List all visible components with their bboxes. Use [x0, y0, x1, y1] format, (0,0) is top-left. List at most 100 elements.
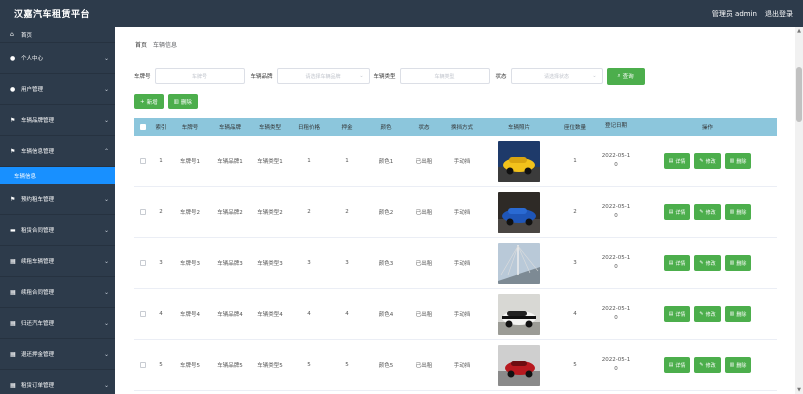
- search-icon: ⌕: [617, 72, 621, 79]
- edit-button[interactable]: ✎ 修改: [694, 357, 721, 373]
- status-select[interactable]: 请选择状态 ⌄: [510, 68, 603, 84]
- detail-button[interactable]: ▤ 详情: [663, 357, 691, 373]
- detail-icon: ▤: [668, 209, 674, 215]
- scrollbar-thumb[interactable]: [796, 67, 802, 122]
- cell-index: 1: [159, 158, 163, 164]
- home-icon: ⌂: [10, 31, 14, 38]
- chevron-down-icon: ⌄: [103, 288, 109, 296]
- sidebar-item-contract[interactable]: ▬ 租赁合同管理 ⌄: [0, 215, 115, 246]
- header-status: 状态: [418, 125, 430, 131]
- sidebar-item-vehicle-info[interactable]: ⚑ 车辆信息管理 ⌃: [0, 136, 115, 167]
- cell-type: 车辆类型5: [257, 363, 283, 369]
- delete-button[interactable]: ▥ 删除: [724, 204, 752, 220]
- detail-icon: ▤: [668, 260, 674, 266]
- app-title: 汉嘉汽车租赁平台: [14, 10, 91, 20]
- sidebar-item-home[interactable]: ⌂ 首页: [0, 27, 115, 43]
- scroll-up-icon[interactable]: ▲: [796, 28, 802, 34]
- edit-button[interactable]: ✎ 修改: [694, 153, 721, 169]
- chevron-down-icon: ⌄: [359, 73, 364, 79]
- grid-icon: ▦: [10, 288, 16, 296]
- plate-label: 车牌号: [134, 74, 151, 80]
- detail-icon: ▤: [668, 311, 674, 317]
- chevron-down-icon: ⌄: [103, 381, 109, 389]
- row-checkbox[interactable]: [140, 362, 146, 368]
- delete-button[interactable]: ▥ 删除: [724, 357, 752, 373]
- sidebar: ⌂ 首页 ● 个人中心 ⌄ ● 用户管理 ⌄ ⚑ 车辆品牌管理 ⌄ ⚑ 车辆信息…: [0, 27, 115, 394]
- table-row: 1 车牌号1 车辆品牌1 车辆类型1 1 1 颜色1 已出租 手动挡 1 202…: [134, 136, 777, 187]
- sidebar-item-renew-contract[interactable]: ▦ 续租合同管理 ⌄: [0, 277, 115, 308]
- cell-seats: 5: [573, 362, 577, 368]
- table-row: 4 车牌号4 车辆品牌4 车辆类型4 4 4 颜色4 已出租 手动挡 4 202…: [134, 289, 777, 340]
- breadcrumb-current: 车辆信息: [153, 42, 178, 49]
- chevron-down-icon: ⌄: [103, 116, 109, 124]
- page-scrollbar[interactable]: ▲ ▼: [795, 27, 803, 394]
- cell-price: 4: [307, 311, 311, 317]
- scroll-down-icon[interactable]: ▼: [796, 387, 802, 393]
- plate-input[interactable]: 车牌号: [154, 68, 245, 84]
- edit-icon: ✎: [699, 158, 704, 164]
- table-header: 索引 车牌号 车辆品牌 车辆类型 日租价格 押金 颜色 状态 换挡方式 车辆照片…: [134, 118, 777, 136]
- cell-gear: 手动挡: [453, 210, 471, 216]
- chevron-down-icon: ⌄: [103, 85, 109, 93]
- edit-button[interactable]: ✎ 修改: [694, 255, 721, 271]
- detail-button[interactable]: ▤ 详情: [663, 306, 691, 322]
- cell-type: 车辆类型4: [257, 312, 283, 318]
- delete-button[interactable]: ▥ 删除: [724, 153, 752, 169]
- header-deposit: 押金: [341, 125, 353, 131]
- delete-button[interactable]: ▥ 删除: [724, 306, 752, 322]
- cell-color: 颜色2: [378, 210, 394, 216]
- flag-icon: ⚑: [10, 147, 16, 155]
- chevron-down-icon: ⌄: [103, 54, 109, 62]
- add-button[interactable]: + 新增: [134, 94, 164, 109]
- sidebar-item-deposit[interactable]: ▦ 退还押金管理 ⌄: [0, 339, 115, 370]
- sidebar-item-reservation[interactable]: ⚑ 预约租车管理 ⌄: [0, 184, 115, 215]
- sidebar-item-profile[interactable]: ● 个人中心 ⌄: [0, 43, 115, 74]
- select-all-checkbox[interactable]: [140, 124, 146, 130]
- cell-price: 3: [307, 260, 311, 266]
- logout-link[interactable]: 退出登录: [765, 9, 793, 19]
- row-checkbox[interactable]: [140, 209, 146, 215]
- row-checkbox[interactable]: [140, 260, 146, 266]
- row-checkbox[interactable]: [140, 311, 146, 317]
- detail-button[interactable]: ▤ 详情: [663, 255, 691, 271]
- detail-button[interactable]: ▤ 详情: [663, 153, 691, 169]
- header-plate: 车牌号: [181, 125, 199, 131]
- sidebar-item-renew-vehicle[interactable]: ▦ 续租车辆管理 ⌄: [0, 246, 115, 277]
- brand-select[interactable]: 请选择车辆品牌 ⌄: [276, 68, 370, 84]
- cell-price: 2: [307, 209, 311, 215]
- breadcrumb-home[interactable]: 首页: [135, 40, 147, 49]
- cell-gear: 手动挡: [453, 312, 471, 318]
- batch-delete-button[interactable]: ▥ 删除: [167, 94, 198, 109]
- cell-brand: 车辆品牌2: [217, 210, 243, 216]
- sidebar-item-users[interactable]: ● 用户管理 ⌄: [0, 74, 115, 105]
- trash-icon: ▥: [729, 158, 735, 164]
- status-label: 状态: [495, 74, 507, 80]
- edit-button[interactable]: ✎ 修改: [694, 204, 721, 220]
- cell-index: 3: [159, 260, 163, 266]
- row-checkbox[interactable]: [140, 158, 146, 164]
- car-photo: [498, 191, 540, 233]
- sidebar-subitem-vehicle-info[interactable]: 车辆信息: [0, 167, 115, 184]
- trash-icon: ▥: [729, 209, 735, 215]
- edit-icon: ✎: [699, 260, 704, 266]
- cell-index: 5: [159, 362, 163, 368]
- cell-date: 2022-05-1 0: [601, 305, 631, 321]
- sidebar-item-return[interactable]: ▦ 归还汽车管理 ⌄: [0, 308, 115, 339]
- detail-button[interactable]: ▤ 详情: [663, 204, 691, 220]
- header-index: 索引: [155, 125, 167, 131]
- cell-brand: 车辆品牌3: [217, 261, 243, 267]
- header-brand: 车辆品牌: [218, 125, 241, 131]
- edit-button[interactable]: ✎ 修改: [694, 306, 721, 322]
- trash-icon: ▥: [173, 98, 179, 105]
- table-row: 3 车牌号3 车辆品牌3 车辆类型3 3 3 颜色3 已出租 手动挡 3 202…: [134, 238, 777, 289]
- delete-button[interactable]: ▥ 删除: [724, 255, 752, 271]
- car-photo: [498, 140, 540, 182]
- sidebar-item-brand[interactable]: ⚑ 车辆品牌管理 ⌄: [0, 105, 115, 136]
- type-input[interactable]: 车辆类型: [399, 68, 490, 84]
- search-button[interactable]: ⌕ 查询: [606, 67, 645, 85]
- chevron-down-icon: ⌄: [103, 350, 109, 358]
- cell-date: 2022-05-1 0: [601, 356, 631, 372]
- admin-user-label[interactable]: 管理员 admin: [712, 9, 757, 19]
- sidebar-item-orders[interactable]: ▦ 租赁订单管理 ⌄: [0, 370, 115, 394]
- chevron-down-icon: ⌄: [103, 257, 109, 265]
